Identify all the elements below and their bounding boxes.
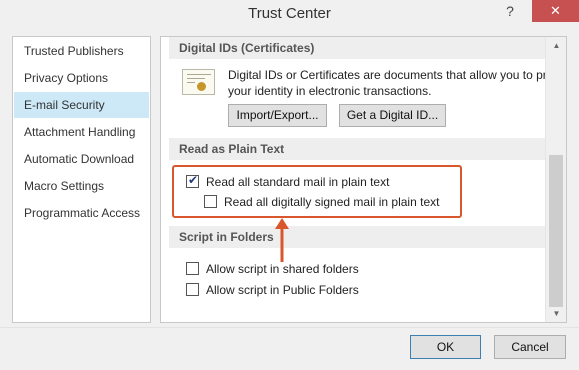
window-title: Trust Center (248, 5, 331, 22)
scroll-up-icon[interactable]: ▲ (546, 37, 566, 54)
cancel-button[interactable]: Cancel (494, 335, 566, 359)
section-header-digital-ids: Digital IDs (Certificates) (169, 37, 548, 59)
allow-script-public-checkbox[interactable] (186, 283, 199, 296)
title-bar: Trust Center ? ✕ (0, 0, 579, 30)
checkbox-label: Allow script in Public Folders (206, 283, 359, 297)
scroll-down-icon[interactable]: ▼ (546, 305, 566, 322)
annotation-arrow-icon (275, 218, 289, 262)
vertical-scrollbar[interactable]: ▲ ▼ (545, 37, 566, 322)
sidebar-nav: Trusted Publishers Privacy Options E-mai… (12, 36, 151, 323)
sidebar-item-macro-settings[interactable]: Macro Settings (14, 173, 149, 199)
sidebar-item-automatic-download[interactable]: Automatic Download (14, 146, 149, 172)
section-header-read-as-plain-text: Read as Plain Text (169, 138, 548, 160)
description-line: Digital IDs or Certificates are document… (228, 68, 554, 82)
import-export-button[interactable]: Import/Export... (228, 104, 327, 127)
sidebar-item-trusted-publishers[interactable]: Trusted Publishers (14, 38, 149, 64)
ok-button[interactable]: OK (410, 335, 481, 359)
trust-center-dialog: Trust Center ? ✕ Trusted Publishers Priv… (0, 0, 579, 370)
digital-ids-description: Digital IDs or Certificates are document… (228, 67, 566, 99)
sidebar-item-attachment-handling[interactable]: Attachment Handling (14, 119, 149, 145)
get-digital-id-button[interactable]: Get a Digital ID... (339, 104, 446, 127)
certificate-icon (182, 69, 215, 95)
sidebar-item-privacy-options[interactable]: Privacy Options (14, 65, 149, 91)
footer-divider (0, 327, 579, 328)
help-icon[interactable]: ? (497, 0, 523, 22)
close-icon[interactable]: ✕ (532, 0, 579, 22)
description-line: your identity in electronic transactions… (228, 84, 432, 98)
checkbox-label: Allow script in shared folders (206, 262, 359, 276)
annotation-highlight-box (172, 165, 462, 218)
allow-script-shared-checkbox[interactable] (186, 262, 199, 275)
section-header-script-in-folders: Script in Folders (169, 226, 548, 248)
scrollbar-thumb[interactable] (549, 155, 563, 307)
sidebar-item-programmatic-access[interactable]: Programmatic Access (14, 200, 149, 226)
sidebar-item-email-security[interactable]: E-mail Security (14, 92, 149, 118)
